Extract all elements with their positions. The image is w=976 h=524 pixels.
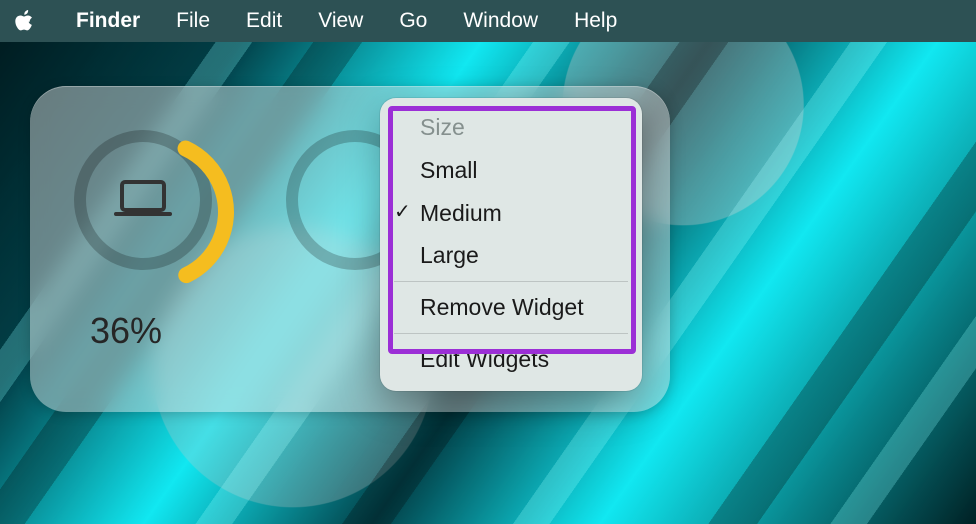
menu-view[interactable]: View bbox=[300, 9, 381, 33]
menu-size-medium-label: Medium bbox=[420, 200, 502, 226]
menu-go[interactable]: Go bbox=[381, 9, 445, 33]
menu-edit[interactable]: Edit bbox=[228, 9, 300, 33]
laptop-icon bbox=[86, 142, 200, 258]
menu-size-small[interactable]: Small bbox=[380, 149, 642, 192]
checkmark-icon: ✓ bbox=[394, 200, 411, 225]
menu-file[interactable]: File bbox=[158, 9, 228, 33]
menu-help[interactable]: Help bbox=[556, 9, 635, 33]
menu-separator-2 bbox=[394, 333, 628, 334]
menu-app-name[interactable]: Finder bbox=[58, 9, 158, 33]
menu-section-size-header: Size bbox=[380, 106, 642, 149]
menu-size-medium[interactable]: ✓ Medium bbox=[380, 192, 642, 235]
menu-window[interactable]: Window bbox=[445, 9, 556, 33]
menu-remove-widget[interactable]: Remove Widget bbox=[380, 286, 642, 329]
menu-edit-widgets[interactable]: Edit Widgets bbox=[380, 338, 642, 381]
menu-size-large[interactable]: Large bbox=[380, 234, 642, 277]
menu-bar: Finder File Edit View Go Window Help bbox=[0, 0, 976, 42]
menu-separator-1 bbox=[394, 281, 628, 282]
widget-context-menu: Size Small ✓ Medium Large Remove Widget … bbox=[380, 98, 642, 391]
apple-menu-icon[interactable] bbox=[14, 9, 58, 33]
battery-ring bbox=[74, 130, 212, 270]
